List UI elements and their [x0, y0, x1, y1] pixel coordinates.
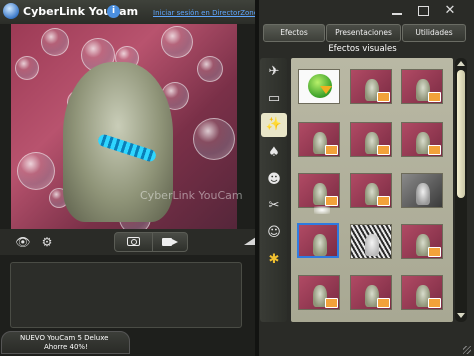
effect-thumbnail[interactable] [350, 275, 392, 310]
download-badge-icon [428, 92, 441, 102]
scene-icon[interactable]: ✈ [264, 62, 284, 82]
video-camera-icon [162, 238, 178, 246]
download-badge-icon [325, 196, 338, 206]
effect-thumbnail[interactable] [401, 173, 443, 208]
capture-button-group [114, 232, 188, 252]
bubble-effect [41, 28, 69, 56]
effect-thumbnail[interactable] [350, 122, 392, 157]
maximize-button[interactable] [416, 4, 432, 18]
tab-bar: Efectos Presentaciones Utilidades [263, 24, 467, 42]
close-button[interactable]: ✕ [440, 2, 460, 20]
spotlight-glow [314, 206, 330, 214]
preview-watermark: CyberLink YouCam [140, 189, 243, 202]
bubble-effect [197, 56, 223, 82]
gadget-icon[interactable]: ✱ [264, 250, 284, 270]
distortion-icon[interactable]: ✂ [264, 196, 284, 216]
scroll-down-icon[interactable] [457, 312, 465, 320]
download-globe-icon [308, 74, 332, 98]
effect-thumbnail[interactable] [401, 275, 443, 310]
bubble-effect [161, 26, 193, 58]
effect-thumbnail[interactable] [350, 173, 392, 208]
download-badge-icon [325, 145, 338, 155]
particle-icon[interactable]: ✨ [264, 115, 284, 135]
download-badge-icon [377, 145, 390, 155]
effect-thumbnail-selected[interactable] [297, 223, 339, 258]
download-badge-icon [325, 298, 338, 308]
gear-icon[interactable]: ⚙ [38, 233, 56, 251]
app-title: CyberLink YouCam [23, 5, 139, 18]
effect-thumbnail[interactable] [401, 224, 443, 259]
bubble-effect [15, 56, 39, 80]
effect-thumbnail[interactable] [298, 173, 340, 208]
effect-thumbnail[interactable] [298, 275, 340, 310]
captured-media-tray [10, 262, 242, 328]
effect-thumbnail[interactable] [350, 224, 392, 259]
info-button[interactable]: i [107, 5, 120, 18]
download-badge-icon [377, 92, 390, 102]
emotion-icon[interactable]: ☺ [264, 223, 284, 243]
download-badge-icon [377, 196, 390, 206]
download-badge-icon [428, 247, 441, 257]
take-photo-button[interactable] [115, 233, 153, 251]
download-badge-icon [377, 298, 390, 308]
frame-icon[interactable]: ▭ [264, 89, 284, 109]
youcam-logo-icon [3, 3, 19, 19]
scroll-up-icon[interactable] [457, 60, 465, 68]
preview-controls: 👁 ⚙ [0, 229, 256, 255]
tab-efectos[interactable]: Efectos [263, 24, 325, 42]
promo-discount: Ahorre 40%! [44, 343, 88, 351]
effect-thumbnail[interactable] [298, 122, 340, 157]
directorzone-login-link[interactable]: Iniciar sesión en DirectorZone [153, 9, 258, 17]
download-more-effects-button[interactable] [298, 69, 340, 104]
camera-icon [127, 237, 140, 246]
tab-presentaciones[interactable]: Presentaciones [326, 24, 401, 42]
mask-icon[interactable]: ♠ [264, 143, 284, 163]
effect-thumbnail[interactable] [350, 69, 392, 104]
download-badge-icon [428, 298, 441, 308]
section-title: Efectos visuales [328, 44, 397, 54]
promo-title: NUEVO YouCam 5 Deluxe [20, 334, 109, 342]
tab-utilidades[interactable]: Utilidades [402, 24, 466, 42]
eye-icon[interactable]: 👁 [14, 233, 32, 251]
scrollbar-thumb[interactable] [457, 70, 465, 198]
record-video-button[interactable] [152, 233, 188, 251]
bubble-effect [193, 118, 235, 160]
resize-grip-icon[interactable] [463, 346, 471, 354]
bubble-effect [17, 152, 55, 190]
avatar-icon[interactable]: ☻ [264, 170, 284, 190]
download-badge-icon [428, 145, 441, 155]
effect-thumbnail[interactable] [401, 69, 443, 104]
effect-thumbnail[interactable] [401, 122, 443, 157]
minimize-button[interactable] [387, 4, 407, 18]
